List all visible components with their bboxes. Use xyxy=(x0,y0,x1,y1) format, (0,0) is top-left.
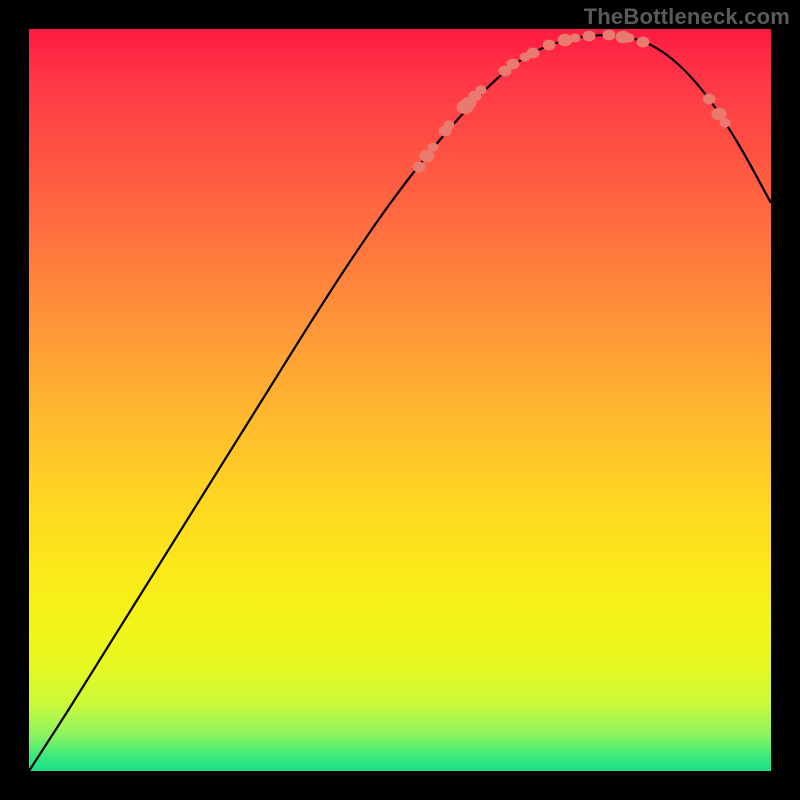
curve-marker xyxy=(444,121,454,129)
curve-marker xyxy=(558,34,572,45)
curve-markers xyxy=(413,30,730,172)
curve-marker xyxy=(583,31,595,41)
watermark-text: TheBottleneck.com xyxy=(584,4,790,30)
curve-marker xyxy=(637,37,649,47)
curve-marker xyxy=(720,119,730,127)
curve-marker xyxy=(712,108,726,119)
curve-marker xyxy=(624,34,634,42)
curve-marker xyxy=(420,150,434,161)
curve-marker xyxy=(507,59,519,69)
curve-svg xyxy=(29,29,771,771)
chart-frame: TheBottleneck.com xyxy=(0,0,800,800)
curve-marker xyxy=(476,86,486,94)
curve-marker xyxy=(570,34,580,42)
curve-marker xyxy=(527,48,539,58)
curve-marker xyxy=(603,30,615,40)
plot-area xyxy=(29,29,771,771)
curve-marker xyxy=(543,40,555,50)
curve-marker xyxy=(428,143,438,151)
bottleneck-curve xyxy=(29,35,771,771)
curve-marker xyxy=(703,94,715,104)
curve-marker xyxy=(413,162,425,172)
